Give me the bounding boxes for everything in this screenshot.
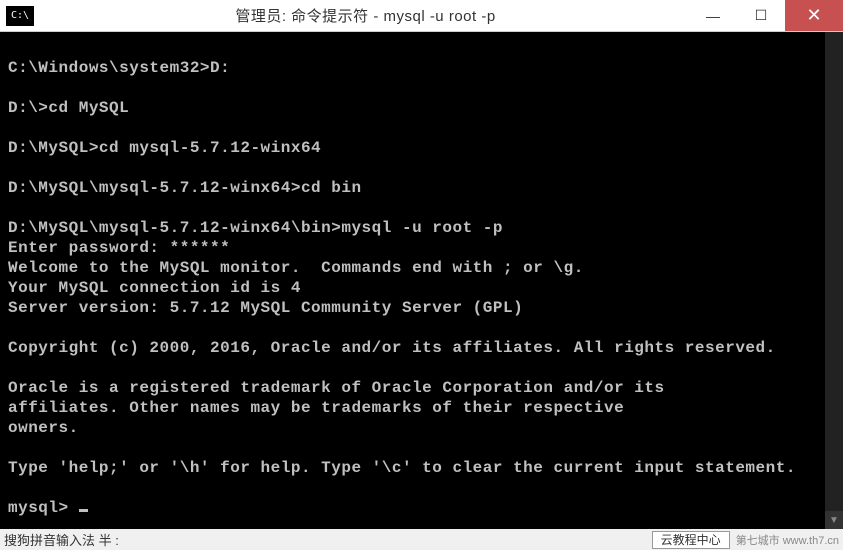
terminal-line: Welcome to the MySQL monitor. Commands e… — [8, 258, 835, 278]
terminal-line: D:\>cd MySQL — [8, 98, 835, 118]
app-icon: C:\ — [6, 6, 34, 26]
ime-bar: 搜狗拼音输入法 半 : 云教程中心 第七城市 www.th7.cn — [0, 529, 843, 550]
terminal-line: Copyright (c) 2000, 2016, Oracle and/or … — [8, 338, 835, 358]
terminal-line: Enter password: ****** — [8, 238, 835, 258]
terminal-output[interactable]: C:\Windows\system32>D: D:\>cd MySQL D:\MyS… — [0, 32, 843, 529]
terminal-line: Your MySQL connection id is 4 — [8, 278, 835, 298]
terminal-line: D:\MySQL\mysql-5.7.12-winx64>cd bin — [8, 178, 835, 198]
terminal-line — [8, 478, 835, 498]
scroll-down-icon[interactable]: ▼ — [825, 511, 843, 529]
terminal-line: Oracle is a registered trademark of Orac… — [8, 378, 835, 398]
terminal-line: C:\Windows\system32>D: — [8, 58, 835, 78]
terminal-line: mysql> — [8, 498, 835, 518]
ime-status: 搜狗拼音输入法 半 : — [4, 530, 119, 549]
terminal-line — [8, 38, 835, 58]
terminal-line: D:\MySQL\mysql-5.7.12-winx64\bin>mysql -… — [8, 218, 835, 238]
terminal-line — [8, 438, 835, 458]
titlebar: C:\ 管理员: 命令提示符 - mysql -u root -p — ☐ ✕ — [0, 0, 843, 32]
terminal-line — [8, 118, 835, 138]
ime-watermark: 第七城市 www.th7.cn — [736, 532, 839, 548]
window-title: 管理员: 命令提示符 - mysql -u root -p — [42, 5, 689, 26]
terminal-line: D:\MySQL>cd mysql-5.7.12-winx64 — [8, 138, 835, 158]
terminal-line: Server version: 5.7.12 MySQL Community S… — [8, 298, 835, 318]
maximize-button[interactable]: ☐ — [737, 0, 785, 31]
ime-candidate[interactable]: 云教程中心 — [652, 531, 730, 549]
cursor — [79, 509, 88, 512]
terminal-line: owners. — [8, 418, 835, 438]
terminal-line — [8, 158, 835, 178]
terminal-area: C:\Windows\system32>D: D:\>cd MySQL D:\MyS… — [0, 32, 843, 529]
terminal-line: affiliates. Other names may be trademark… — [8, 398, 835, 418]
window-controls: — ☐ ✕ — [689, 0, 843, 31]
terminal-line: Type 'help;' or '\h' for help. Type '\c'… — [8, 458, 835, 478]
terminal-line — [8, 358, 835, 378]
terminal-line — [8, 78, 835, 98]
terminal-line — [8, 198, 835, 218]
terminal-line — [8, 318, 835, 338]
close-button[interactable]: ✕ — [785, 0, 843, 31]
scroll-thumb[interactable] — [825, 32, 843, 529]
minimize-button[interactable]: — — [689, 0, 737, 31]
scrollbar[interactable]: ▲ ▼ — [825, 32, 843, 529]
